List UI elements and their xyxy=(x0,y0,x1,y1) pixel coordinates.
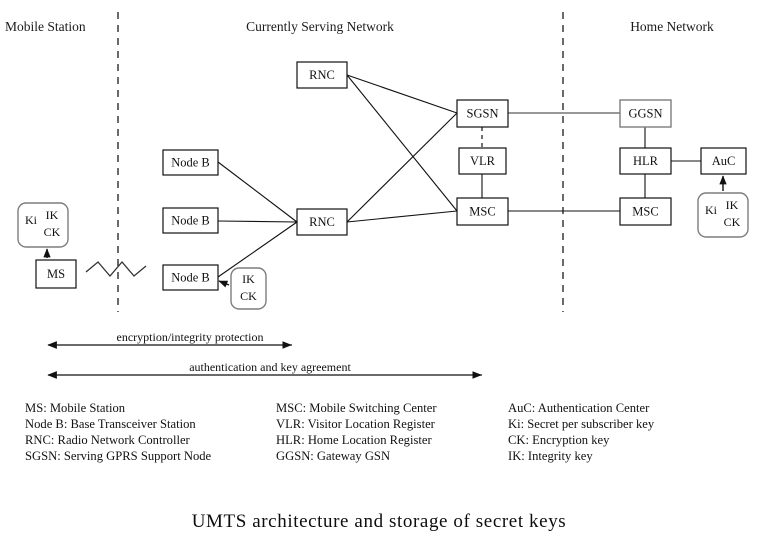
legend-entry: Node B: Base Transceiver Station xyxy=(25,417,196,431)
network-nodes: MS Node B Node B Node B RNC RNC SGSN VLR MSC GGSN… xyxy=(35,61,747,291)
legend-entry: IK: Integrity key xyxy=(508,449,593,463)
legend-entry: GGSN: Gateway GSN xyxy=(276,449,390,463)
measure-encryption-label: encryption/integrity protection xyxy=(117,330,264,344)
key-box-auc-ik-label: IK xyxy=(726,198,739,212)
link-rnc-top-msc xyxy=(346,74,458,212)
node-msc-home-label: MSC xyxy=(632,204,658,218)
node-rnc-bottom-label: RNC xyxy=(309,215,335,229)
node-auc-label: AuC xyxy=(712,154,736,168)
measure-encryption: encryption/integrity protection xyxy=(47,330,292,349)
legend-entry: VLR: Visitor Location Register xyxy=(276,417,436,431)
legend-entry: Ki: Secret per subscriber key xyxy=(508,417,655,431)
node-node-b-3[interactable]: Node B xyxy=(162,264,219,291)
legend-entry: CK: Encryption key xyxy=(508,433,610,447)
node-node-b-2[interactable]: Node B xyxy=(162,207,219,234)
node-rnc-top-label: RNC xyxy=(309,68,335,82)
node-node-b-3-label: Node B xyxy=(171,270,210,284)
node-node-b-1-label: Node B xyxy=(171,155,210,169)
key-box-node-b-ik-label: IK xyxy=(242,272,255,286)
node-rnc-top[interactable]: RNC xyxy=(296,61,348,89)
key-box-ms-ck-label: CK xyxy=(44,225,61,239)
legend-column-1: MS: Mobile Station Node B: Base Transceiv… xyxy=(25,401,212,463)
zone-labels: Mobile Station Currently Serving Network H… xyxy=(5,19,714,34)
radio-wave-icon xyxy=(85,261,147,277)
node-vlr[interactable]: VLR xyxy=(458,147,507,175)
node-msc-serving-label: MSC xyxy=(469,204,495,218)
key-box-auc-ki-label: Ki xyxy=(705,203,718,217)
node-hlr-label: HLR xyxy=(633,154,659,168)
key-box-node-b-arrow xyxy=(218,280,230,288)
link-rnc-bottom-sgsn xyxy=(346,112,458,223)
radio-wave-icon xyxy=(85,261,147,277)
key-box-auc-ck-label: CK xyxy=(724,215,741,229)
key-box-node-b[interactable]: IK CK xyxy=(218,267,267,310)
node-rnc-bottom[interactable]: RNC xyxy=(296,208,348,236)
legend-column-3: AuC: Authentication Center Ki: Secret per… xyxy=(508,401,655,463)
key-box-ms-ki-label: Ki xyxy=(25,213,38,227)
key-box-auc[interactable]: Ki IK CK xyxy=(697,175,749,238)
node-vlr-label: VLR xyxy=(470,154,496,168)
node-sgsn[interactable]: SGSN xyxy=(456,99,509,128)
legend-column-2: MSC: Mobile Switching Center VLR: Visitor… xyxy=(276,401,437,463)
diagram-caption: UMTS architecture and storage of secret … xyxy=(192,511,567,532)
node-auc[interactable]: AuC xyxy=(700,147,747,175)
key-storage-boxes: Ki IK CK IK CK Ki IK CK xyxy=(17,175,749,310)
link-node-b-2-rnc-bottom xyxy=(217,220,298,223)
protection-span-arrows: encryption/integrity protection authentic… xyxy=(47,330,482,379)
legend-entry: SGSN: Serving GPRS Support Node xyxy=(25,449,212,463)
umts-architecture-diagram: Mobile Station Currently Serving Network H… xyxy=(5,12,749,532)
zone-label-mobile-station: Mobile Station xyxy=(5,19,86,34)
zone-label-home-network: Home Network xyxy=(630,19,714,34)
link-node-b-1-rnc-bottom xyxy=(217,161,298,223)
measure-authentication: authentication and key agreement xyxy=(47,360,482,379)
legend-entry: MS: Mobile Station xyxy=(25,401,126,415)
legend-entry: MSC: Mobile Switching Center xyxy=(276,401,437,415)
node-ggsn[interactable]: GGSN xyxy=(619,99,672,128)
node-msc-serving[interactable]: MSC xyxy=(456,197,509,226)
key-box-ms[interactable]: Ki IK CK xyxy=(17,202,69,258)
link-rnc-bottom-msc xyxy=(346,210,458,223)
diagram-canvas: Mobile Station Currently Serving Network H… xyxy=(0,0,759,538)
node-hlr[interactable]: HLR xyxy=(619,147,672,175)
node-node-b-2-label: Node B xyxy=(171,213,210,227)
key-box-ms-ik-label: IK xyxy=(46,208,59,222)
zone-label-currently-serving-network: Currently Serving Network xyxy=(246,19,394,34)
node-ggsn-label: GGSN xyxy=(628,106,662,120)
legend-entry: HLR: Home Location Register xyxy=(276,433,432,447)
measure-authentication-label: authentication and key agreement xyxy=(189,360,351,374)
node-ms[interactable]: MS xyxy=(35,259,77,289)
node-sgsn-label: SGSN xyxy=(467,106,499,120)
node-node-b-1[interactable]: Node B xyxy=(162,149,219,176)
link-rnc-top-sgsn xyxy=(346,74,458,114)
legend-entry: RNC: Radio Network Controller xyxy=(25,433,191,447)
node-ms-label: MS xyxy=(47,267,65,281)
node-msc-home[interactable]: MSC xyxy=(619,197,672,226)
legend-entry: AuC: Authentication Center xyxy=(508,401,650,415)
key-box-node-b-ck-label: CK xyxy=(240,289,257,303)
legend: MS: Mobile Station Node B: Base Transceiv… xyxy=(25,401,655,463)
